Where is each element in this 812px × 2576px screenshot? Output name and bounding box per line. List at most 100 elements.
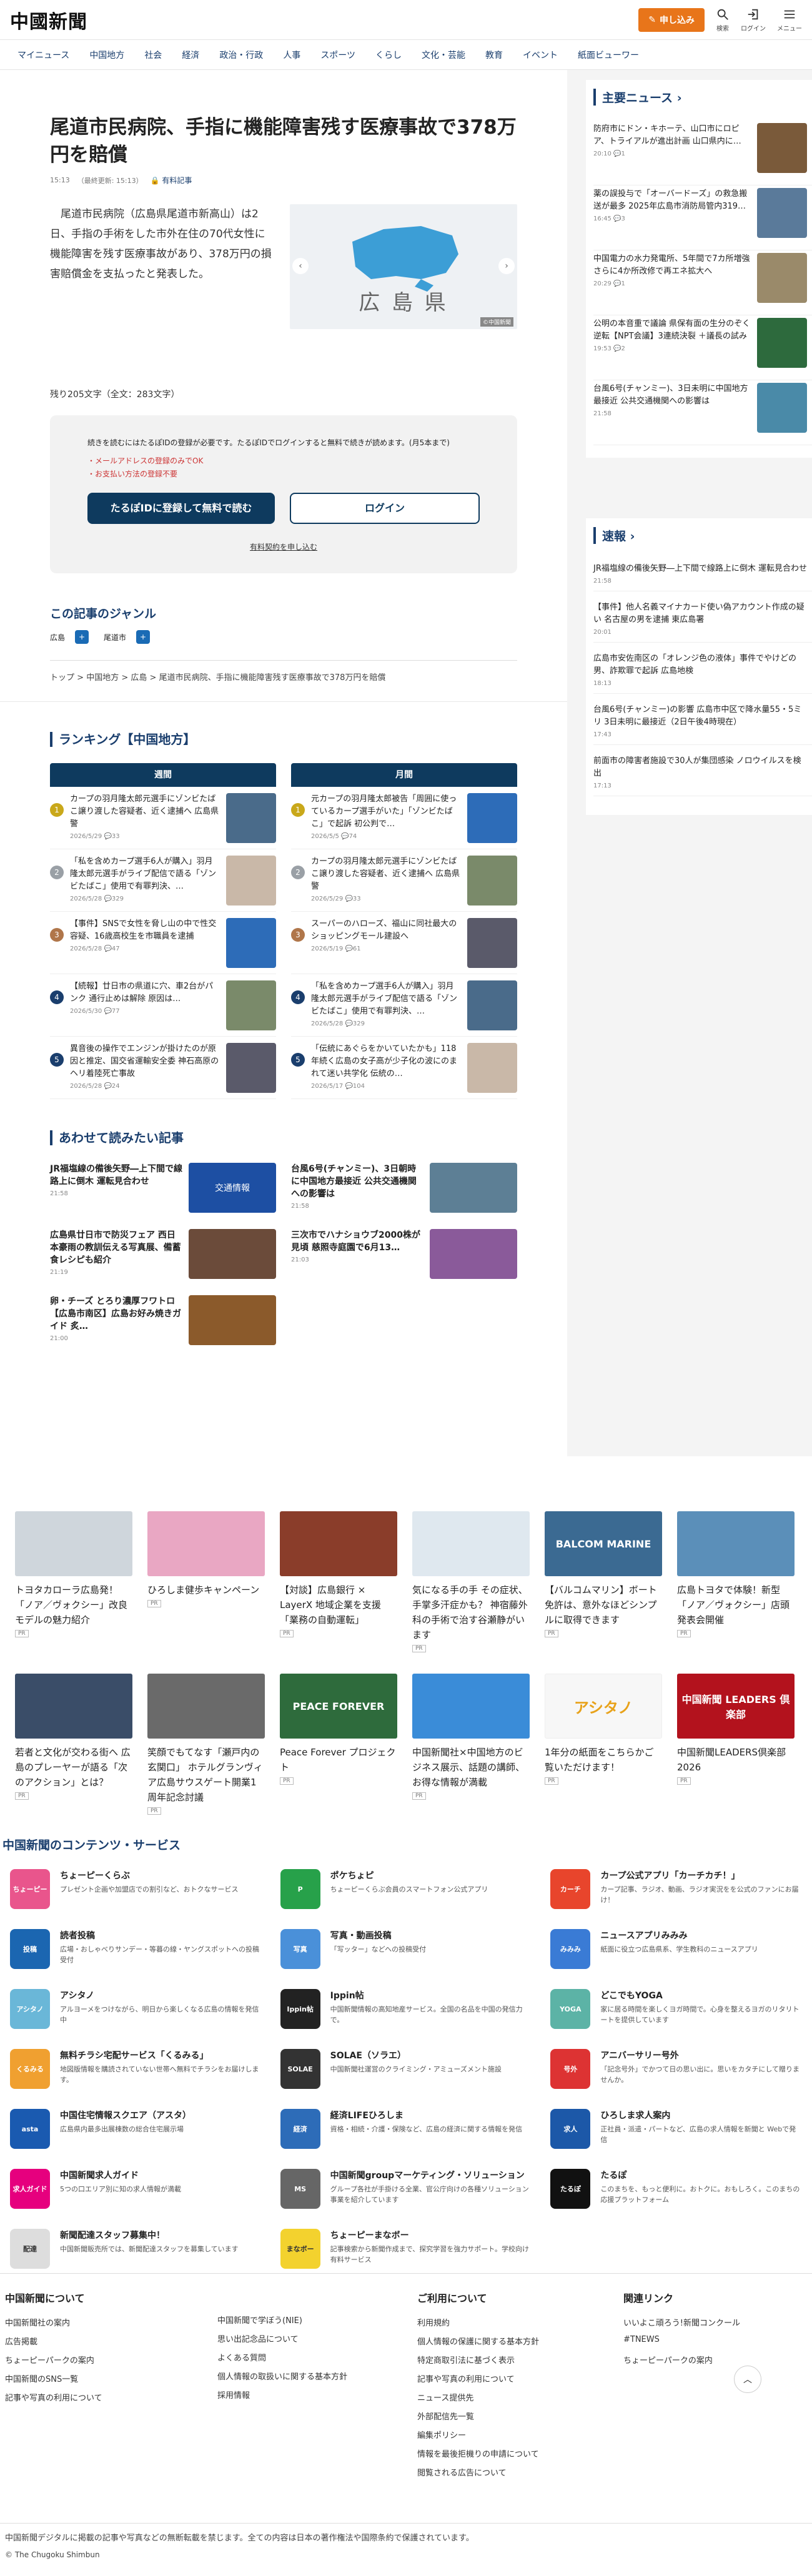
breaking-news-item[interactable]: 前面市の障害者施設で30人が集団感染 ノロウイルスを検出 17:13 (593, 751, 812, 796)
tab-weekly[interactable]: 週間 (50, 763, 276, 787)
service-item[interactable]: SOLAE SOLAE（ソラエ） 中国新聞社運営のクライミング・アミューズメント施設 (280, 2049, 532, 2109)
service-item[interactable]: 号外 アニバーサリー号外 「記念号外」でかつて日の思い出に。思いをカタチにして贈りま… (550, 2049, 802, 2109)
footer-link[interactable]: 広告掲載 (5, 2335, 217, 2354)
service-item[interactable]: たるぽ たるぽ このまちを、もっと便利に。おトクに。おもしろく。このまちの応援プラッ… (550, 2169, 802, 2229)
service-item[interactable]: YOGA どこでもYOGA 家に居る時間を楽しくヨガ時間で。心身を整えるヨガのリタリ… (550, 1989, 802, 2049)
nav-item[interactable]: 経済 (172, 49, 209, 61)
promo-card[interactable]: ひろしま健歩キャンペーン PR (147, 1511, 265, 1661)
ranking-item[interactable]: 5 「伝統にあぐらをかいていたかも」118年続く広島の女子高が少子化の波にのまれ… (291, 1037, 517, 1099)
footer-link[interactable]: 個人情報の保護に関する基本方針 (417, 2335, 623, 2354)
service-item[interactable]: P ポケちょピ ちょーピーくらぶ会員のスマートフォン公式アプリ (280, 1869, 532, 1929)
promo-card[interactable]: 中国新聞社×中国地方のビジネス展示、話題の講師、お得な情報が満載 PR (412, 1674, 530, 1823)
follow-plus-icon[interactable]: + (136, 630, 151, 644)
main-news-item[interactable]: 防府市にドン・キホーテ、山口市にロピア、トライアルが進出計画 山口県内に… 20:… (593, 121, 812, 185)
tab-monthly[interactable]: 月間 (291, 763, 517, 787)
footer-link[interactable]: いいよこ頑ろう!新聞コンクール (623, 2316, 811, 2335)
nav-item[interactable]: 人事 (273, 49, 310, 61)
genre-tag-hiroshima[interactable]: 広島 (50, 632, 65, 643)
promo-card[interactable]: 【対談】広島銀行 × LayerX 地域企業を支援「業務の自動運転」 PR (280, 1511, 397, 1661)
footer-link[interactable]: 中国新聞社の案内 (5, 2316, 217, 2335)
service-item[interactable]: 写真 写真・動画投稿 「写ッター」などへの投稿受付 (280, 1929, 532, 1989)
menu-button[interactable]: メニュー (777, 7, 802, 32)
promo-card[interactable]: PEACE FOREVER Peace Forever プロジェクト PR (280, 1674, 397, 1823)
nav-item[interactable]: 政治・行政 (209, 49, 273, 61)
footer-link[interactable]: 利用規約 (417, 2316, 623, 2335)
footer-link[interactable]: 編集ポリシー (417, 2429, 623, 2447)
genre-tag-onomichi[interactable]: 尾道市 (104, 632, 126, 643)
nav-item[interactable]: 文化・芸能 (412, 49, 475, 61)
ranking-item[interactable]: 5 異音後の操作でエンジンが掛けたのが原因と推定、国交省運輸安全委 神石高原のヘ… (50, 1037, 276, 1099)
subscribe-button[interactable]: ✎ 申し込み (638, 7, 705, 32)
promo-card[interactable]: アシタノ 1年分の紙面をこちらかご覧いただけます！ PR (545, 1674, 662, 1823)
service-item[interactable]: みみみ ニュースアプリみみみ 紙面に役立つ広島県系、学生教科のニュースアプリ (550, 1929, 802, 1989)
related-item[interactable]: 広島県廿日市で防災フェア 西日本豪雨の教訓伝える写真展、備蓄食レシピも紹介 21:… (50, 1224, 276, 1290)
nav-item[interactable]: 教育 (475, 49, 513, 61)
nav-item[interactable]: マイニュース (7, 49, 79, 61)
service-item[interactable]: カーチ カープ公式アプリ「カーチカチ！」 カープ記事、ラジオ、動画、ラジオ実況をを公… (550, 1869, 802, 1929)
main-news-item[interactable]: 台風6号(チャンミー)、3日未明に中国地方最接近 公共交通機関への影響は 21:5… (593, 380, 812, 445)
service-item[interactable]: MS 中国新聞groupマーケティング・ソリューション グループ各社が手掛ける全業、… (280, 2169, 532, 2229)
paid-contract-link[interactable]: 有料契約を申し込む (87, 541, 480, 552)
footer-link[interactable]: 思い出記念品について (217, 2332, 417, 2351)
promo-card[interactable]: BALCOM MARINE 【バルコムマリン】ボート免許は、意外なほどシンプルに取… (545, 1511, 662, 1661)
breaking-news-item[interactable]: JR福塩線の備後矢野―上下間で線路上に倒木 運転見合わせ 21:58 (593, 559, 812, 591)
search-button[interactable]: 検索 (716, 7, 730, 32)
promo-card[interactable]: 若者と文化が交わる街へ 広島のプレーヤーが語る「次のアクション」とは？ PR (15, 1674, 132, 1823)
footer-link[interactable]: 中国新聞のSNS一覧 (5, 2372, 217, 2391)
ranking-item[interactable]: 2 カープの羽月隆太郎元選手にゾンビたばこ譲り渡した容疑者、近く逮捕へ 広島県警… (291, 849, 517, 912)
nav-item[interactable]: 社会 (134, 49, 172, 61)
service-item[interactable]: 経済 経済LIFEひろしま 資格・相続・介護・保険など、広島の経済に関する情報を発信 (280, 2109, 532, 2169)
main-news-item[interactable]: 中国電力の水力発電所、5年間で7カ所増強 さらに4か所改修で再エネ拡大へ 20:2… (593, 250, 812, 315)
footer-link[interactable]: 記事や写真の利用について (417, 2372, 623, 2391)
nav-item[interactable]: イベント (513, 49, 568, 61)
site-logo[interactable]: 中國新聞 (10, 6, 87, 34)
footer-link[interactable]: よくある質問 (217, 2351, 417, 2370)
login-button[interactable]: ログイン (741, 7, 766, 32)
service-item[interactable]: くるみる 無料チラシ宅配サービス「くるみる」 地図版情報を購読されていない世帯へ無料… (10, 2049, 262, 2109)
ranking-item[interactable]: 4 【続報】廿日市の県道に穴、車2台がパンク 通行止めは解除 原因は… 2026… (50, 974, 276, 1037)
footer-link[interactable]: ちょーピーパークの案内 (623, 2354, 811, 2372)
footer-link[interactable]: ニュース提供先 (417, 2391, 623, 2410)
breaking-news-item[interactable]: 【事件】他人名義マイナカード使い偽アカウント作成の疑い 名古屋の男を逮捕 東広島… (593, 598, 812, 643)
service-item[interactable]: 求人 ひろしま求人案内 正社員・派遣・パートなど、広島の求人情報を新聞と Webで発… (550, 2109, 802, 2169)
ranking-item[interactable]: 1 カープの羽月隆太郎元選手にゾンビたばこ譲り渡した容疑者、近く逮捕へ 広島県警… (50, 787, 276, 849)
service-item[interactable]: アシタノ アシタノ アルヨーメをつけながら、明日から楽しくなる広島の情報を発信中 (10, 1989, 262, 2049)
nav-item[interactable]: スポーツ (310, 49, 365, 61)
back-to-top-button[interactable]: ︿ (734, 2366, 761, 2393)
related-item[interactable]: JR福塩線の備後矢野―上下間で線路上に倒木 運転見合わせ 21:58 交通情報 (50, 1158, 276, 1224)
next-image-button[interactable]: › (498, 258, 515, 274)
breaking-news-item[interactable]: 広島市安佐南区の「オレンジ色の液体」事件でやけどの男、詐欺罪で起訴 広島地検 18… (593, 649, 812, 694)
related-item[interactable]: 三次市でハナショウブ2000株が見頃 慈照寺庭園で6月13… 21:03 (291, 1224, 517, 1290)
nav-item[interactable]: くらし (365, 49, 412, 61)
footer-link[interactable]: #TNEWS (623, 2335, 811, 2354)
footer-link[interactable]: ちょーピーパークの案内 (5, 2354, 217, 2372)
ranking-item[interactable]: 3 【事件】SNSで女性を脅し山の中で性交容疑、16歳高校生を市職員を逮捕 20… (50, 912, 276, 974)
footer-link[interactable]: 採用情報 (217, 2389, 417, 2407)
promo-card[interactable]: 中国新聞 LEADERS 倶楽部 中国新聞LEADERS倶楽部2026 PR (677, 1674, 795, 1823)
footer-link[interactable]: 中国新聞で学ぼう(NIE) (217, 2314, 417, 2332)
related-item[interactable]: 台風6号(チャンミー)、3日朝時に中国地方最接近 公共交通機関への影響は 21:5… (291, 1158, 517, 1224)
service-item[interactable]: 求人ガイド 中国新聞求人ガイド 5つの口エリア別に知の求人情報が満載 (10, 2169, 262, 2229)
nav-item[interactable]: 紙面ビューワー (568, 49, 649, 61)
footer-link[interactable]: 閲覧される広告について (417, 2466, 623, 2485)
ranking-item[interactable]: 3 スーパーのハローズ、福山に同社最大のショッピングモール建設へ 2026/5/… (291, 912, 517, 974)
ranking-item[interactable]: 4 「私を含めカープ選手6人が購入」羽月隆太郎元選手がライブ配信で語る「ゾンビた… (291, 974, 517, 1037)
main-news-item[interactable]: 公明の本音重で議論 県保有面の生分のぞく 逆転【NPT会議】3連続決裂 ＋議長の… (593, 315, 812, 380)
footer-link[interactable]: 個人情報の取扱いに関する基本方針 (217, 2370, 417, 2389)
promo-card[interactable]: トヨタカローラ広島発！「ノア／ヴォクシー」改良モデルの魅力紹介 PR (15, 1511, 132, 1661)
service-item[interactable]: Ippin帖 Ippin帖 中国新聞情報の高知地産サービス。全国の名品を中国の発信力… (280, 1989, 532, 2049)
article-map-image[interactable]: 広 島 県 ©中国新聞 ‹ › (290, 204, 517, 329)
main-news-item[interactable]: 薬の誤投与で「オーバードーズ」の救急搬送が最多 2025年広島市消防局管内319… (593, 185, 812, 250)
prev-image-button[interactable]: ‹ (292, 258, 309, 274)
promo-card[interactable]: 笑顔でもてなす「瀬戸内の玄関口」 ホテルグランヴィア広島サウスゲート開業1周年記… (147, 1674, 265, 1823)
related-item[interactable]: 卵・チーズ とろり濃厚フワトロ【広島市南区】広島お好み焼きガイド 炙… 21:00 (50, 1290, 276, 1356)
nav-item[interactable]: 中国地方 (79, 49, 134, 61)
service-item[interactable]: ちょーピー ちょーピーくらぶ プレゼント企画や加盟店での割引など、おトクなサービス (10, 1869, 262, 1929)
footer-link[interactable]: 特定商取引法に基づく表示 (417, 2354, 623, 2372)
footer-link[interactable]: 外部配信先一覧 (417, 2410, 623, 2429)
ranking-item[interactable]: 2 「私を含めカープ選手6人が購入」羽月隆太郎元選手がライブ配信で語る「ゾンビた… (50, 849, 276, 912)
follow-plus-icon[interactable]: + (75, 630, 89, 644)
footer-link[interactable]: 記事や写真の利用について (5, 2391, 217, 2410)
breaking-news-item[interactable]: 台風6号(チャンミー)の影響 広島市中区で降水量55・5ミリ 3日未明に最接近（… (593, 700, 812, 745)
paywall-login-button[interactable]: ログイン (290, 493, 480, 524)
